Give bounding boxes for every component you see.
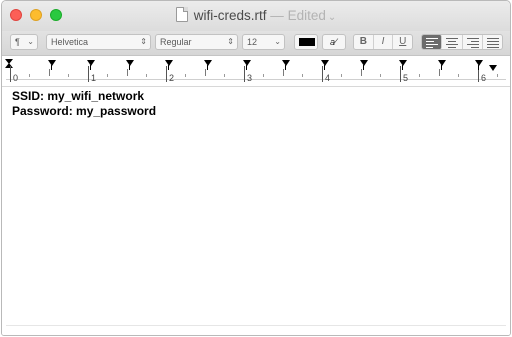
ruler-minor-tick [224, 74, 225, 77]
ruler-label: 3 [247, 73, 253, 83]
window-title: wifi-creds.rtf [193, 8, 267, 23]
ruler-baseline [6, 79, 506, 80]
bold-button[interactable]: B [354, 35, 374, 49]
ruler-minor-tick [107, 74, 108, 77]
ruler-minor-tick [380, 74, 381, 77]
font-family-value: Helvetica [51, 37, 89, 47]
document-icon [175, 7, 188, 22]
text-color-well[interactable] [294, 34, 318, 50]
font-family-popup[interactable]: Helvetica ⇕ [46, 34, 151, 50]
align-left-button[interactable] [422, 35, 443, 49]
window-title-area[interactable]: wifi-creds.rtf — Edited ⌄ [2, 7, 510, 23]
font-size-value: 12 [247, 37, 258, 47]
typeface-popup[interactable]: Regular ⇕ [155, 34, 238, 50]
tab-stop-marker[interactable] [438, 60, 446, 70]
tab-stop-marker[interactable] [475, 60, 483, 70]
ruler-label: 2 [169, 73, 175, 83]
document-line-ssid: SSID: my_wifi_network [12, 89, 145, 103]
ruler-minor-tick [263, 74, 264, 77]
ruler-major-tick [88, 66, 89, 82]
left-indent-marker[interactable] [5, 63, 13, 68]
ruler-minor-tick [439, 69, 440, 76]
font-size-combo[interactable]: 12 ⌄ [242, 34, 285, 50]
ruler-major-tick [322, 66, 323, 82]
textedit-window: wifi-creds.rtf — Edited ⌄ ¶ ⌄ Helvetica ⇕… [1, 0, 511, 336]
typeface-value: Regular [160, 37, 192, 47]
ruler-minor-tick [497, 74, 498, 77]
tab-stop-marker[interactable] [204, 60, 212, 70]
ruler-minor-tick [361, 69, 362, 76]
ruler-minor-tick [341, 74, 342, 77]
document-line-password: Password: my_password [12, 104, 157, 118]
edited-status: Edited [287, 8, 326, 23]
align-right-button[interactable] [463, 35, 483, 49]
ruler-minor-tick [302, 74, 303, 77]
ruler-minor-tick [419, 74, 420, 77]
text-color-swatch [299, 38, 315, 46]
ruler[interactable]: 0 1 2 3 4 5 6 [2, 56, 510, 87]
tab-stop-marker[interactable] [126, 60, 134, 70]
ruler-minor-tick [185, 74, 186, 77]
format-toolbar: ¶ ⌄ Helvetica ⇕ Regular ⇕ 12 ⌄ a⁄ B I U [2, 31, 510, 56]
updown-arrows-icon: ⇕ [227, 37, 234, 46]
align-justify-button[interactable] [483, 35, 502, 49]
tab-stop-marker[interactable] [87, 60, 95, 70]
align-center-button[interactable] [442, 35, 463, 49]
tab-stop-marker[interactable] [165, 60, 173, 70]
ruler-minor-tick [205, 69, 206, 76]
chevron-down-icon: ⌄ [27, 37, 34, 46]
title-separator: — [270, 8, 284, 23]
tab-stop-marker[interactable] [399, 60, 407, 70]
italic-button[interactable]: I [374, 35, 394, 49]
chevron-down-icon[interactable]: ⌄ [328, 12, 336, 23]
ruler-major-tick [400, 66, 401, 82]
alignment-buttons [421, 34, 503, 50]
ruler-label: 0 [13, 73, 19, 83]
pen-icon: a⁄ [330, 37, 337, 47]
tab-stop-marker[interactable] [48, 60, 56, 70]
highlight-color-well[interactable]: a⁄ [322, 34, 346, 50]
ruler-minor-tick [127, 69, 128, 76]
ruler-minor-tick [146, 74, 147, 77]
tab-stop-marker[interactable] [243, 60, 251, 70]
ruler-label: 6 [481, 73, 487, 83]
style-buttons: B I U [353, 34, 413, 50]
ruler-minor-tick [283, 69, 284, 76]
ruler-major-tick [244, 66, 245, 82]
ruler-label: 5 [403, 73, 409, 83]
title-bar[interactable]: wifi-creds.rtf — Edited ⌄ [2, 1, 510, 31]
right-margin-marker[interactable] [489, 65, 497, 71]
chevron-down-icon: ⌄ [274, 37, 281, 46]
ruler-minor-tick [49, 69, 50, 76]
bottom-edge [6, 325, 506, 332]
tab-stop-marker[interactable] [321, 60, 329, 70]
paragraph-style-label: ¶ [15, 37, 20, 47]
ruler-major-tick [10, 66, 11, 82]
ruler-minor-tick [29, 74, 30, 77]
ruler-minor-tick [68, 74, 69, 77]
document-text-area[interactable]: SSID: my_wifi_network Password: my_passw… [2, 87, 510, 335]
updown-arrows-icon: ⇕ [140, 37, 147, 46]
underline-button[interactable]: U [393, 35, 412, 49]
paragraph-style-popup[interactable]: ¶ ⌄ [10, 34, 38, 50]
tab-stop-marker[interactable] [360, 60, 368, 70]
ruler-label: 1 [91, 73, 97, 83]
ruler-major-tick [166, 66, 167, 82]
ruler-label: 4 [325, 73, 331, 83]
ruler-minor-tick [458, 74, 459, 77]
tab-stop-marker[interactable] [282, 60, 290, 70]
